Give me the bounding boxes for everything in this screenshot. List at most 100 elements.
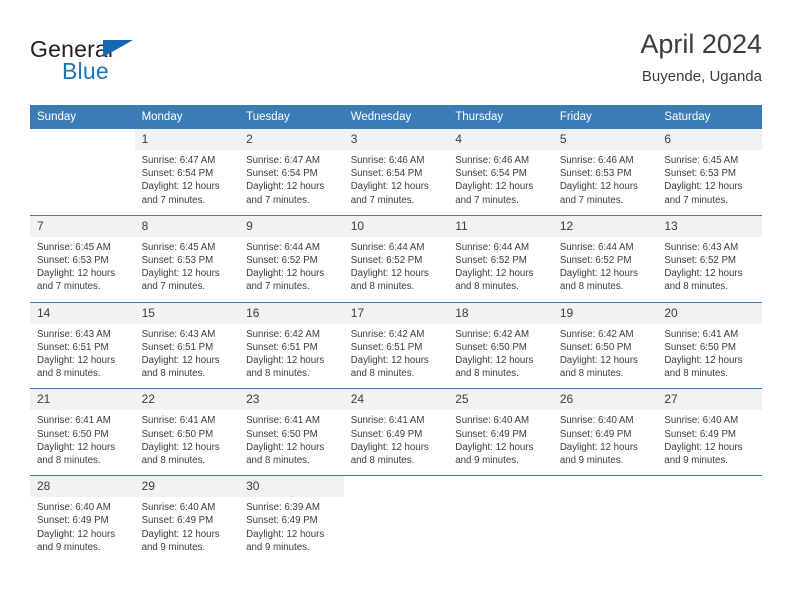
daylight-text-line1: Daylight: 12 hours bbox=[455, 181, 534, 193]
daylight-text-line1: Daylight: 12 hours bbox=[141, 528, 220, 540]
calendar-day-cell[interactable]: 18 Sunrise: 6:42 AM Sunset: 6:50 PM Dayligh… bbox=[448, 301, 553, 389]
sunrise-text: Sunrise: 6:41 AM bbox=[350, 415, 425, 427]
brand-logo[interactable]: General Blue bbox=[30, 36, 160, 86]
calendar-day-cell[interactable]: 22 Sunrise: 6:41 AM Sunset: 6:50 PM Dayligh… bbox=[134, 388, 240, 476]
sunset-text: Sunset: 6:50 PM bbox=[559, 341, 632, 353]
calendar-day-cell[interactable]: 25 Sunrise: 6:40 AM Sunset: 6:49 PM Dayligh… bbox=[448, 388, 553, 476]
title-block: April 2024 Buyende, Uganda bbox=[640, 28, 762, 88]
weekday-header-thursday: Thursday bbox=[448, 105, 553, 129]
daylight-text-line1: Daylight: 12 hours bbox=[350, 355, 429, 367]
sunrise-text: Sunrise: 6:47 AM bbox=[246, 155, 320, 166]
day-details: Sunrise: 6:40 AM Sunset: 6:49 PM Daylight:… bbox=[448, 410, 553, 475]
day-details: Sunrise: 6:44 AM Sunset: 6:52 PM Daylight:… bbox=[239, 237, 344, 302]
calendar-day-cell[interactable]: 4 Sunrise: 6:46 AM Sunset: 6:54 PM Daylight… bbox=[448, 128, 553, 216]
day-number: 17 bbox=[343, 302, 449, 324]
daylight-text-line1: Daylight: 12 hours bbox=[455, 355, 534, 367]
calendar-day-cell[interactable]: 17 Sunrise: 6:42 AM Sunset: 6:51 PM Dayligh… bbox=[343, 301, 449, 389]
day-details: Sunrise: 6:44 AM Sunset: 6:52 PM Daylight:… bbox=[448, 237, 553, 302]
daylight-text-line1: Daylight: 12 hours bbox=[141, 355, 220, 367]
calendar-day-cell[interactable]: 13 Sunrise: 6:43 AM Sunset: 6:52 PM Dayligh… bbox=[657, 214, 762, 303]
day-number: 24 bbox=[343, 389, 449, 411]
day-number bbox=[30, 129, 135, 150]
day-number: 30 bbox=[239, 476, 344, 498]
calendar-day-cell-empty bbox=[657, 475, 762, 563]
daylight-text-line2: and 8 minutes. bbox=[559, 281, 624, 293]
calendar-day-cell[interactable]: 9 Sunrise: 6:44 AM Sunset: 6:52 PM Daylight… bbox=[239, 214, 344, 303]
daylight-text-line1: Daylight: 12 hours bbox=[37, 441, 116, 453]
daylight-text-line1: Daylight: 12 hours bbox=[559, 441, 638, 453]
calendar-day-cell[interactable]: 2 Sunrise: 6:47 AM Sunset: 6:54 PM Daylight… bbox=[239, 128, 344, 216]
page-title: April 2024 bbox=[640, 29, 762, 59]
daylight-text-line1: Daylight: 12 hours bbox=[664, 181, 743, 193]
calendar-day-cell[interactable]: 23 Sunrise: 6:41 AM Sunset: 6:50 PM Dayligh… bbox=[239, 388, 344, 476]
calendar-day-cell[interactable]: 26 Sunrise: 6:40 AM Sunset: 6:49 PM Dayligh… bbox=[552, 388, 658, 476]
sunset-text: Sunset: 6:50 PM bbox=[37, 428, 109, 440]
day-number: 12 bbox=[552, 215, 658, 237]
calendar-day-cell-empty bbox=[448, 475, 553, 563]
sunset-text: Sunset: 6:50 PM bbox=[246, 428, 318, 440]
sunrise-text: Sunrise: 6:46 AM bbox=[559, 155, 634, 166]
day-number: 2 bbox=[239, 129, 344, 150]
sunrise-text: Sunrise: 6:42 AM bbox=[350, 328, 425, 340]
sunset-text: Sunset: 6:52 PM bbox=[246, 255, 318, 267]
calendar-day-cell[interactable]: 15 Sunrise: 6:43 AM Sunset: 6:51 PM Dayligh… bbox=[134, 301, 240, 389]
calendar-day-cell[interactable]: 7 Sunrise: 6:45 AM Sunset: 6:53 PM Daylight… bbox=[30, 214, 135, 303]
day-number: 5 bbox=[552, 129, 658, 150]
sunset-text: Sunset: 6:51 PM bbox=[350, 341, 423, 353]
day-number: 1 bbox=[134, 129, 240, 150]
sunset-text: Sunset: 6:50 PM bbox=[141, 428, 214, 440]
daylight-text-line2: and 7 minutes. bbox=[350, 194, 415, 206]
calendar-day-cell[interactable]: 27 Sunrise: 6:40 AM Sunset: 6:49 PM Dayligh… bbox=[657, 388, 762, 476]
day-details: Sunrise: 6:43 AM Sunset: 6:51 PM Daylight:… bbox=[135, 324, 240, 389]
day-details: Sunrise: 6:40 AM Sunset: 6:49 PM Daylight:… bbox=[553, 410, 658, 475]
day-details: Sunrise: 6:42 AM Sunset: 6:50 PM Daylight:… bbox=[448, 324, 553, 389]
sunset-text: Sunset: 6:49 PM bbox=[246, 515, 318, 527]
daylight-text-line2: and 9 minutes. bbox=[664, 455, 728, 467]
sunset-text: Sunset: 6:53 PM bbox=[141, 255, 214, 267]
calendar-day-cell[interactable]: 28 Sunrise: 6:40 AM Sunset: 6:49 PM Dayligh… bbox=[30, 475, 135, 563]
sunrise-text: Sunrise: 6:46 AM bbox=[350, 155, 425, 166]
calendar-day-cell[interactable]: 21 Sunrise: 6:41 AM Sunset: 6:50 PM Dayligh… bbox=[30, 388, 135, 476]
day-details: Sunrise: 6:41 AM Sunset: 6:49 PM Daylight:… bbox=[344, 410, 449, 475]
calendar-day-cell[interactable]: 5 Sunrise: 6:46 AM Sunset: 6:53 PM Daylight… bbox=[552, 128, 658, 216]
day-number: 29 bbox=[134, 476, 240, 498]
daylight-text-line2: and 8 minutes. bbox=[246, 368, 310, 380]
page-header: General Blue April 2024 Buyende, Uganda bbox=[30, 28, 762, 96]
sunrise-text: Sunrise: 6:41 AM bbox=[141, 415, 216, 427]
sunrise-text: Sunrise: 6:40 AM bbox=[559, 415, 634, 427]
calendar-day-cell[interactable]: 16 Sunrise: 6:42 AM Sunset: 6:51 PM Dayligh… bbox=[239, 301, 344, 389]
calendar-day-cell[interactable]: 29 Sunrise: 6:40 AM Sunset: 6:49 PM Dayligh… bbox=[134, 475, 240, 563]
calendar-day-cell[interactable]: 6 Sunrise: 6:45 AM Sunset: 6:53 PM Daylight… bbox=[657, 128, 762, 216]
calendar-day-cell[interactable]: 8 Sunrise: 6:45 AM Sunset: 6:53 PM Daylight… bbox=[134, 214, 240, 303]
calendar-day-cell[interactable]: 24 Sunrise: 6:41 AM Sunset: 6:49 PM Dayligh… bbox=[343, 388, 449, 476]
calendar-day-cell[interactable]: 12 Sunrise: 6:44 AM Sunset: 6:52 PM Dayligh… bbox=[552, 214, 658, 303]
daylight-text-line2: and 9 minutes. bbox=[559, 455, 624, 467]
calendar-day-cell[interactable]: 30 Sunrise: 6:39 AM Sunset: 6:49 PM Dayligh… bbox=[239, 475, 344, 563]
day-number bbox=[552, 476, 658, 498]
daylight-text-line1: Daylight: 12 hours bbox=[350, 268, 429, 280]
daylight-text-line1: Daylight: 12 hours bbox=[246, 268, 325, 280]
day-details bbox=[344, 497, 449, 557]
daylight-text-line1: Daylight: 12 hours bbox=[664, 268, 743, 280]
calendar-day-cell[interactable]: 10 Sunrise: 6:44 AM Sunset: 6:52 PM Dayligh… bbox=[343, 214, 449, 303]
day-details: Sunrise: 6:44 AM Sunset: 6:52 PM Daylight:… bbox=[553, 237, 658, 302]
day-number: 15 bbox=[134, 302, 240, 324]
calendar-header-row: Sunday Monday Tuesday Wednesday Thursday Frid… bbox=[30, 105, 762, 129]
day-number: 3 bbox=[343, 129, 449, 150]
weekday-header-row: Sunday Monday Tuesday Wednesday Thursday Frid… bbox=[30, 105, 762, 129]
calendar-week-row: 21 Sunrise: 6:41 AM Sunset: 6:50 PM Dayligh… bbox=[30, 388, 762, 476]
daylight-text-line1: Daylight: 12 hours bbox=[141, 268, 220, 280]
calendar-week-row: 14 Sunrise: 6:43 AM Sunset: 6:51 PM Dayligh… bbox=[30, 301, 762, 389]
calendar-day-cell[interactable]: 19 Sunrise: 6:42 AM Sunset: 6:50 PM Dayligh… bbox=[552, 301, 658, 389]
sunset-text: Sunset: 6:51 PM bbox=[37, 341, 109, 353]
calendar-day-cell[interactable]: 11 Sunrise: 6:44 AM Sunset: 6:52 PM Dayligh… bbox=[448, 214, 553, 303]
daylight-text-line1: Daylight: 12 hours bbox=[559, 181, 638, 193]
day-details: Sunrise: 6:46 AM Sunset: 6:54 PM Daylight:… bbox=[448, 150, 553, 215]
calendar-day-cell[interactable]: 14 Sunrise: 6:43 AM Sunset: 6:51 PM Dayligh… bbox=[30, 301, 135, 389]
day-number: 22 bbox=[134, 389, 240, 411]
weekday-header-friday: Friday bbox=[552, 105, 658, 129]
calendar-day-cell[interactable]: 20 Sunrise: 6:41 AM Sunset: 6:50 PM Dayligh… bbox=[657, 301, 762, 389]
daylight-text-line2: and 8 minutes. bbox=[664, 368, 728, 380]
calendar-day-cell[interactable]: 1 Sunrise: 6:47 AM Sunset: 6:54 PM Daylight… bbox=[134, 128, 240, 216]
calendar-day-cell[interactable]: 3 Sunrise: 6:46 AM Sunset: 6:54 PM Daylight… bbox=[343, 128, 449, 216]
